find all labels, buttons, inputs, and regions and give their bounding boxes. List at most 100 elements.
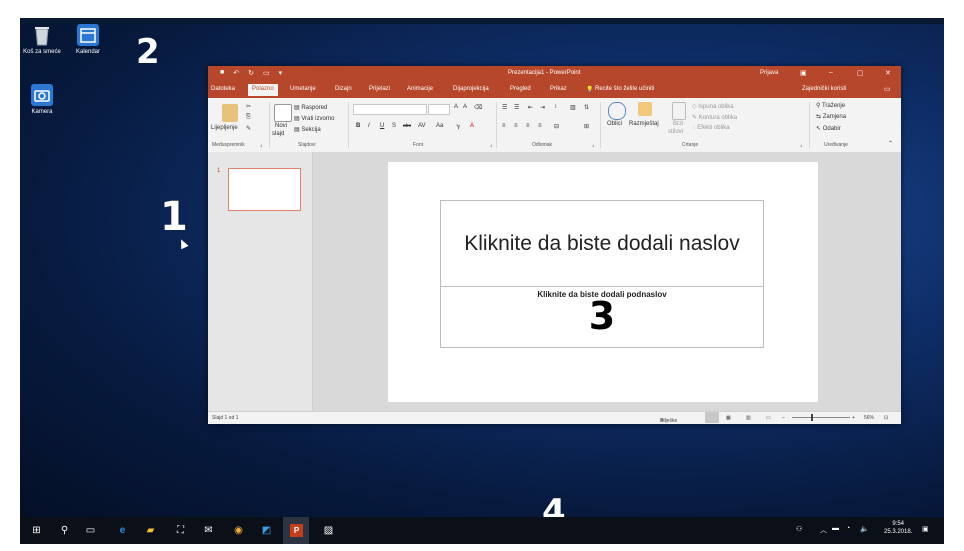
select-button[interactable]: ↖ Odabir <box>816 125 841 132</box>
tab-view[interactable]: Prikaz <box>550 86 567 92</box>
highlight-icon[interactable]: ℽ <box>456 123 460 130</box>
font-color-button[interactable]: A <box>470 123 474 129</box>
zoom-slider-thumb[interactable] <box>811 414 813 421</box>
section-button[interactable]: ▤ Sekcija <box>294 126 321 133</box>
paste-icon[interactable] <box>222 104 238 122</box>
desktop-icon-calendar[interactable]: Kalendar <box>61 24 115 55</box>
new-slide-icon[interactable] <box>274 104 292 122</box>
align-left-icon[interactable]: ≡ <box>502 123 506 129</box>
tab-design[interactable]: Dizajn <box>335 86 352 92</box>
tab-animations[interactable]: Animacije <box>407 86 433 92</box>
tab-insert[interactable]: Umetanje <box>290 86 316 92</box>
reading-view-icon[interactable]: ▥ <box>746 415 751 421</box>
quick-styles-button[interactable]: Brzi <box>673 121 683 127</box>
slideshow-view-icon[interactable]: ▭ <box>766 415 771 421</box>
edge-icon[interactable]: e <box>116 524 129 537</box>
reset-button[interactable]: ▤ Vrati izvorno <box>294 115 334 122</box>
shape-outline-button[interactable]: ✎ Kontura oblika <box>692 114 737 121</box>
copy-icon[interactable]: ⎘ <box>246 114 251 121</box>
font-launcher-icon[interactable]: ⌟ <box>490 142 492 148</box>
close-icon[interactable]: ✕ <box>885 69 891 77</box>
change-case-button[interactable]: Aa <box>436 123 443 129</box>
clipboard-launcher-icon[interactable]: ⌟ <box>260 142 262 148</box>
arrange-button[interactable]: Razmještaj <box>629 121 659 127</box>
start-icon[interactable]: ⊞ <box>30 524 43 537</box>
justify-icon[interactable]: ≡ <box>538 123 542 129</box>
font-size-combo[interactable] <box>428 104 450 115</box>
align-center-icon[interactable]: ≡ <box>514 123 518 129</box>
search-icon[interactable]: ⚲ <box>58 524 71 537</box>
numbering-icon[interactable]: ☰ <box>514 104 519 111</box>
paste-button[interactable]: Lijepljenje <box>211 125 238 131</box>
undo-icon[interactable]: ↶ <box>233 69 239 77</box>
text-direction-icon[interactable]: ⇅ <box>584 104 589 111</box>
align-text-icon[interactable]: ⊟ <box>554 123 559 130</box>
wifi-icon[interactable]: ◔ <box>846 525 850 532</box>
quick-styles-icon[interactable] <box>672 102 686 120</box>
cut-icon[interactable]: ✂ <box>246 103 251 110</box>
strikethrough-button[interactable]: abc <box>403 123 411 129</box>
shrink-font-icon[interactable]: A <box>463 104 467 110</box>
line-spacing-icon[interactable]: ↕ <box>554 104 557 110</box>
comments-icon[interactable]: ▭ <box>884 85 891 93</box>
paragraph-launcher-icon[interactable]: ⌟ <box>592 142 594 148</box>
tray-chevron-icon[interactable]: ︿ <box>820 525 827 535</box>
bullets-icon[interactable]: ☰ <box>502 104 507 111</box>
char-spacing-button[interactable]: AV <box>418 123 426 129</box>
format-painter-icon[interactable]: ✎ <box>246 125 251 132</box>
arrange-icon[interactable] <box>638 102 652 116</box>
mail-icon[interactable]: ✉ <box>202 524 215 537</box>
volume-icon[interactable]: 🔈 <box>860 525 869 533</box>
collapse-ribbon-icon[interactable]: ⌃ <box>888 140 893 147</box>
replace-button[interactable]: ⇆ Zamjena <box>816 113 846 120</box>
shape-fill-button[interactable]: ◇ Ispuna oblika <box>692 103 734 110</box>
slide-canvas[interactable]: Kliknite da biste dodali naslov Kliknite… <box>388 162 818 402</box>
tab-file[interactable]: Datoteka <box>211 86 235 92</box>
increase-indent-icon[interactable]: ⇥ <box>540 104 545 111</box>
tell-me-search[interactable]: Recite što želite učiniti <box>595 86 654 92</box>
grow-font-icon[interactable]: A <box>454 104 458 110</box>
ribbon-display-icon[interactable]: ▣ <box>800 69 807 77</box>
people-icon[interactable]: ⚇ <box>796 525 802 533</box>
store-icon[interactable]: ⛶ <box>174 524 187 537</box>
new-slide-label2[interactable]: slajd <box>272 131 284 137</box>
italic-button[interactable]: I <box>368 123 370 129</box>
tab-slideshow[interactable]: Dijaprojekcija <box>453 86 489 92</box>
desktop-icon-camera[interactable]: Kamera <box>20 84 69 115</box>
shape-effects-button[interactable]: ◌ Efekti oblika <box>692 125 730 131</box>
maximize-icon[interactable]: ▢ <box>857 69 864 77</box>
align-right-icon[interactable]: ≡ <box>526 123 530 129</box>
save-icon[interactable]: ■ <box>220 69 224 77</box>
bold-button[interactable]: B <box>356 123 360 129</box>
fit-slide-icon[interactable]: ⊡ <box>884 415 888 421</box>
task-view-icon[interactable]: ▭ <box>84 524 97 537</box>
redo-icon[interactable]: ↻ <box>248 69 254 77</box>
tab-review[interactable]: Pregled <box>510 86 531 92</box>
tab-home[interactable]: Polazno <box>248 84 278 96</box>
shapes-button[interactable]: Oblici <box>607 121 622 127</box>
clear-formatting-icon[interactable]: ⌫ <box>474 104 482 111</box>
shapes-icon[interactable] <box>608 102 626 120</box>
subtitle-placeholder[interactable]: Kliknite da biste dodali podnaslov 3 <box>440 286 764 348</box>
columns-icon[interactable]: ▥ <box>570 104 576 111</box>
decrease-indent-icon[interactable]: ⇤ <box>528 104 533 111</box>
tab-transitions[interactable]: Prijelazi <box>369 86 390 92</box>
new-slide-button[interactable]: Novi <box>275 123 287 129</box>
share-button[interactable]: Zajednički koristi <box>802 86 846 92</box>
action-center-icon[interactable]: ▣ <box>922 525 929 533</box>
drawing-launcher-icon[interactable]: ⌟ <box>800 142 802 148</box>
normal-view-icon[interactable] <box>705 412 719 423</box>
zoom-level[interactable]: 56% <box>864 415 874 421</box>
sign-in-link[interactable]: Prijava <box>760 70 778 76</box>
find-button[interactable]: ⚲ Traženje <box>816 102 845 109</box>
network-icon[interactable]: ▬ <box>832 525 839 532</box>
customize-qat-icon[interactable]: ▾ <box>279 69 283 77</box>
file-explorer-icon[interactable]: ▰ <box>144 524 157 537</box>
zoom-slider[interactable] <box>792 417 850 418</box>
powerpoint-icon[interactable]: P <box>290 524 303 537</box>
shadow-button[interactable]: S <box>392 123 396 129</box>
title-placeholder[interactable]: Kliknite da biste dodali naslov <box>440 200 764 287</box>
zoom-out-icon[interactable]: – <box>782 415 785 421</box>
slide-thumbnail[interactable] <box>228 168 301 211</box>
font-name-combo[interactable] <box>353 104 427 115</box>
